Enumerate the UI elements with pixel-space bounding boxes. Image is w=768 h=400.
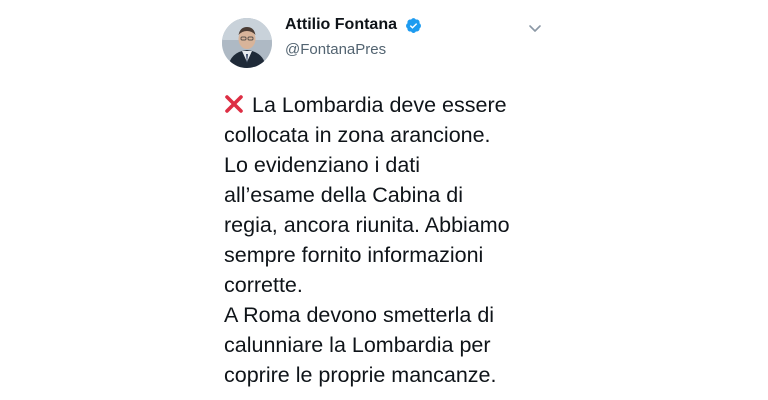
avatar[interactable] [222, 18, 272, 68]
page: Attilio Fontana @FontanaPres La Lombardi… [0, 0, 768, 400]
tweet-card: Attilio Fontana @FontanaPres La Lombardi… [222, 10, 552, 395]
handle[interactable]: @FontanaPres [285, 39, 422, 61]
tweet-text-block: La Lombardia deve essere collocata in zo… [224, 90, 554, 390]
cross-mark-icon [225, 95, 243, 113]
verified-badge-icon [406, 17, 422, 33]
display-name[interactable]: Attilio Fontana [285, 14, 397, 36]
avatar-image [222, 18, 272, 68]
author-block: Attilio Fontana @FontanaPres [285, 14, 422, 61]
tweet-text: La Lombardia deve essere collocata in zo… [224, 93, 510, 387]
chevron-down-icon[interactable] [528, 24, 542, 34]
